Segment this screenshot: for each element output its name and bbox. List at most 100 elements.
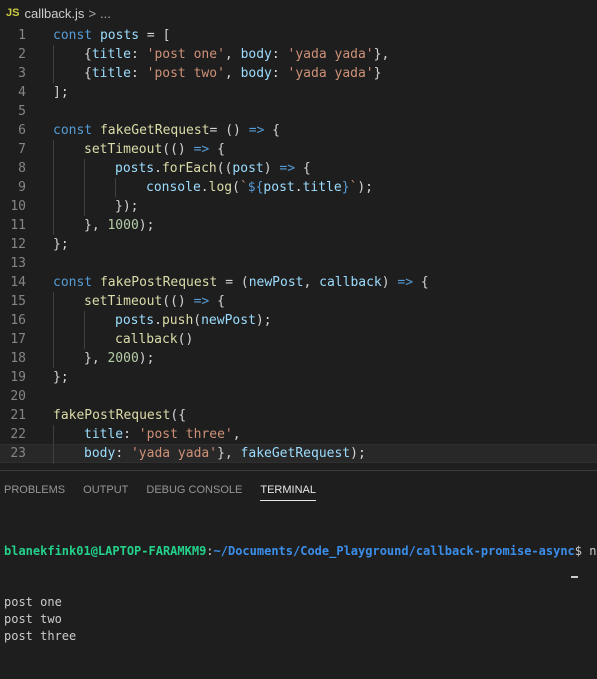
indent-guide xyxy=(53,292,54,311)
code-token: () xyxy=(177,332,194,347)
indent-guide xyxy=(115,178,116,197)
code-token: : xyxy=(271,66,288,81)
code-token: 2000 xyxy=(107,351,139,366)
code-token: title xyxy=(302,180,342,195)
terminal-prompt-line: blanekfink01@LAPTOP-FARAMKM9:~/Documents… xyxy=(4,543,597,560)
code-token: fakeGetRequest xyxy=(240,446,351,461)
code-line[interactable]: 12}; xyxy=(0,235,597,254)
code-line[interactable]: 23 body: 'yada yada'}, fakeGetRequest); xyxy=(0,444,597,464)
code-line[interactable]: 18}, 2000); xyxy=(0,349,597,368)
code-token: . xyxy=(154,313,162,328)
code-line[interactable]: 10}); xyxy=(0,197,597,216)
indent-guide xyxy=(53,178,54,197)
code-token: body xyxy=(240,47,272,62)
line-number: 10 xyxy=(10,199,26,214)
line-number: 15 xyxy=(10,294,26,309)
code-token: newPost xyxy=(201,313,256,328)
code-token: 'post two' xyxy=(146,66,225,81)
code-line[interactable]: 9 console.log(`${post.title}`); xyxy=(0,178,597,197)
code-line[interactable]: 11}, 1000); xyxy=(0,216,597,235)
code-token: post xyxy=(232,161,264,176)
code-token: { xyxy=(264,123,280,138)
chevron-right-icon: > xyxy=(88,5,97,21)
line-number: 23 xyxy=(10,446,26,461)
code-text: }; xyxy=(53,368,69,387)
code-token: (() xyxy=(162,142,194,157)
code-line[interactable]: 8 posts.forEach((post) => { xyxy=(0,159,597,178)
code-text: {title: 'post two', body: 'yada yada'} xyxy=(84,64,381,83)
code-token: = ( xyxy=(217,275,249,290)
code-token: ]; xyxy=(53,85,69,100)
code-text: posts.forEach((post) => { xyxy=(115,159,311,178)
panel-tabs: PROBLEMS OUTPUT DEBUG CONSOLE TERMINAL xyxy=(0,471,330,507)
code-line[interactable]: 1 const posts = [ xyxy=(0,26,597,45)
code-token: 'yada yada' xyxy=(287,47,374,62)
code-text: console.log(`${post.title}`); xyxy=(146,178,373,197)
line-number: 21 xyxy=(10,408,26,423)
code-line[interactable]: 21 fakePostRequest({ xyxy=(0,406,597,425)
line-number: 3 xyxy=(18,66,26,81)
code-text: fakePostRequest({ xyxy=(53,406,186,425)
code-line[interactable]: 19}; xyxy=(0,368,597,387)
code-token: push xyxy=(161,313,194,328)
code-token: newPost xyxy=(248,275,304,290)
code-line[interactable]: 6 const fakeGetRequest= () => { xyxy=(0,121,597,140)
code-token: }, xyxy=(373,47,390,62)
code-token: , xyxy=(224,47,241,62)
code-token: , xyxy=(303,275,320,290)
code-line[interactable]: 7 setTimeout(() => { xyxy=(0,140,597,159)
indent-guide xyxy=(84,330,85,349)
code-line[interactable]: 16 posts.push(newPost); xyxy=(0,311,597,330)
code-token: fakePostRequest xyxy=(99,275,218,290)
code-line[interactable]: 17 callback() xyxy=(0,330,597,349)
code-token: ); xyxy=(357,180,374,195)
code-line[interactable]: 5 xyxy=(0,102,597,121)
tab-terminal[interactable]: TERMINAL xyxy=(260,471,316,507)
tab-output[interactable]: OUTPUT xyxy=(83,471,128,507)
code-token: : xyxy=(130,47,147,62)
tab-debug-console[interactable]: DEBUG CONSOLE xyxy=(146,471,242,507)
tab-problems[interactable]: PROBLEMS xyxy=(4,471,65,507)
code-token: => xyxy=(248,123,265,138)
code-token: posts xyxy=(115,161,155,176)
terminal[interactable]: blanekfink01@LAPTOP-FARAMKM9:~/Documents… xyxy=(4,509,597,679)
code-line[interactable]: 13 xyxy=(0,254,597,273)
code-line[interactable]: 14 const fakePostRequest = (newPost, call… xyxy=(0,273,597,292)
line-number: 7 xyxy=(18,142,26,157)
indent-guide xyxy=(53,445,54,464)
code-line[interactable]: 22 title: 'post three', xyxy=(0,425,597,444)
code-token: 'post three' xyxy=(138,427,233,442)
line-number: 19 xyxy=(10,370,26,385)
code-token: 1000 xyxy=(107,218,139,233)
code-token: = [ xyxy=(139,28,171,43)
breadcrumb: JS callback.js > ... xyxy=(0,0,597,26)
code-token: = () xyxy=(209,123,249,138)
code-line[interactable]: 2 {title: 'post one', body: 'yada yada'}, xyxy=(0,45,597,64)
indent-guide xyxy=(53,45,54,64)
code-token: ${ xyxy=(247,180,264,195)
code-text: body: 'yada yada'}, fakeGetRequest); xyxy=(84,445,366,462)
code-token: { xyxy=(84,66,92,81)
code-text: ]; xyxy=(53,83,69,102)
code-text: const fakePostRequest = (newPost, callba… xyxy=(53,273,429,292)
indent-guide xyxy=(53,159,54,178)
code-token: setTimeout xyxy=(84,142,163,157)
code-token: (() xyxy=(162,294,194,309)
code-text: const fakeGetRequest= () => { xyxy=(53,121,280,140)
code-line[interactable]: 3 {title: 'post two', body: 'yada yada'} xyxy=(0,64,597,83)
breadcrumb-file[interactable]: callback.js xyxy=(24,6,84,21)
code-editor[interactable]: 1 const posts = [2 {title: 'post one', bod… xyxy=(0,26,597,470)
code-token: ) xyxy=(381,275,398,290)
code-token: { xyxy=(209,294,225,309)
prompt-command: $ node xyxy=(574,544,597,558)
code-token: } xyxy=(341,180,350,195)
code-token: ( xyxy=(232,180,240,195)
line-number: 1 xyxy=(18,28,26,43)
code-line[interactable]: 4]; xyxy=(0,83,597,102)
breadcrumb-symbol[interactable]: ... xyxy=(100,6,111,21)
code-line[interactable]: 20 xyxy=(0,387,597,406)
code-line[interactable]: 15 setTimeout(() => { xyxy=(0,292,597,311)
code-token: : xyxy=(271,47,288,62)
code-token: { xyxy=(209,142,225,157)
code-token: body xyxy=(240,66,272,81)
